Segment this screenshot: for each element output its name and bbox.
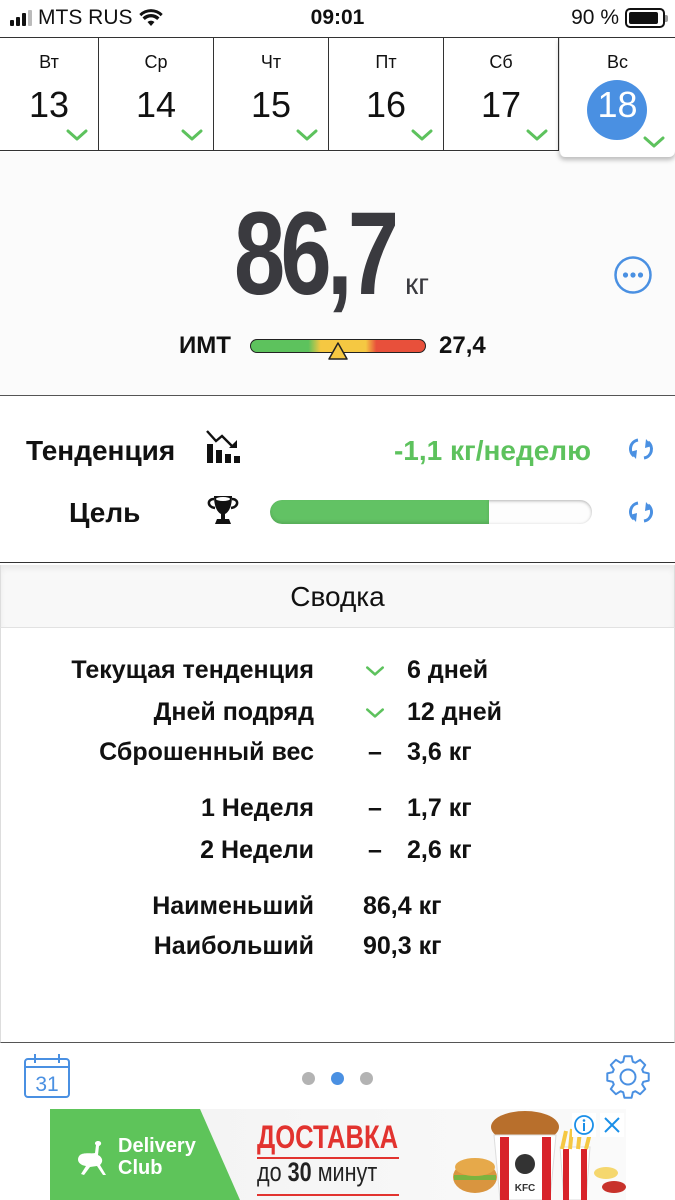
check-icon xyxy=(296,129,318,141)
summary-label: Текущая тенденция xyxy=(71,656,314,684)
page-dot[interactable] xyxy=(360,1072,373,1085)
ad-sub-prefix: до xyxy=(257,1157,282,1187)
ad-close-icon[interactable] xyxy=(600,1113,624,1137)
summary-value: 90,3 кг xyxy=(363,932,442,960)
goal-progress-bar xyxy=(270,500,592,524)
summary-row: 2 Недели –2,6 кг xyxy=(1,836,675,872)
ad-headline: ДОСТАВКА xyxy=(257,1119,399,1155)
day-name: Ср xyxy=(144,52,168,72)
goal-label: Цель xyxy=(69,497,141,528)
summary-table: Текущая тенденция 6 дней Дней подряд 12 дне… xyxy=(0,628,675,1043)
ostrich-logo-icon xyxy=(78,1141,106,1175)
check-icon xyxy=(411,129,433,141)
summary-label: Наибольший xyxy=(153,932,314,960)
page-indicator[interactable] xyxy=(302,1072,373,1085)
summary-value: 1,7 кг xyxy=(407,794,472,822)
trend-down-chart-icon xyxy=(206,430,240,463)
day-tab-13[interactable]: Вт 13 xyxy=(0,38,99,150)
day-name: Чт xyxy=(260,52,282,72)
day-tab-15[interactable]: Чт 15 xyxy=(214,38,329,150)
summary-header: Сводка xyxy=(0,565,675,628)
food-image: KFC xyxy=(453,1111,626,1200)
calendar-day-number: 31 xyxy=(35,1073,58,1096)
ad-sub-suffix: минут xyxy=(317,1157,378,1187)
trophy-icon xyxy=(207,496,239,524)
weight-unit: кг xyxy=(405,268,430,301)
day-number: 15 xyxy=(250,84,292,125)
check-icon xyxy=(181,129,203,141)
day-tab-18[interactable]: Вс 18 xyxy=(559,38,675,157)
day-number: 13 xyxy=(28,84,70,125)
ad-food-brand: KFC xyxy=(515,1183,536,1194)
day-number: 14 xyxy=(135,84,177,125)
day-number: 17 xyxy=(480,84,522,125)
goal-progress-fill xyxy=(270,500,489,524)
ad-brand-line2: Club xyxy=(118,1157,163,1179)
trend-refresh-icon[interactable] xyxy=(627,435,655,463)
page-dot[interactable] xyxy=(331,1072,344,1085)
check-icon xyxy=(526,129,548,141)
summary-value: 12 дней xyxy=(407,698,502,726)
dash-marker: – xyxy=(368,836,382,864)
battery-icon xyxy=(625,8,668,28)
day-number: 18 xyxy=(597,84,638,125)
status-bar: MTS RUS 09:01 90 % xyxy=(0,0,675,37)
trend-value: -1,1 кг/неделю xyxy=(393,435,591,466)
page-dot[interactable] xyxy=(302,1072,315,1085)
summary-row: Текущая тенденция 6 дней xyxy=(1,656,675,692)
day-selector: Вт 13 Ср 14 Чт 15 Пт 16 Сб 17 Вс 18 xyxy=(0,37,675,157)
day-number: 16 xyxy=(365,84,407,125)
settings-gear-button[interactable] xyxy=(604,1053,652,1101)
check-icon xyxy=(66,129,88,141)
bmi-label: ИМТ xyxy=(179,332,231,359)
summary-value: 2,6 кг xyxy=(407,836,472,864)
summary-label: 1 Неделя xyxy=(200,794,314,822)
weight-value[interactable]: 86,7 xyxy=(234,186,399,322)
summary-row: Дней подряд 12 дней xyxy=(1,698,675,734)
ad-subline: до 30 минут xyxy=(257,1157,377,1188)
trend-label: Тенденция xyxy=(26,435,176,466)
bottom-toolbar: 31 xyxy=(0,1044,675,1108)
ad-banner[interactable]: Delivery Club ДОСТАВКА до 30 минут KFC xyxy=(50,1109,626,1200)
ad-divider-bottom xyxy=(257,1194,399,1196)
check-icon xyxy=(366,708,384,718)
day-tab-17[interactable]: Сб 17 xyxy=(444,38,559,150)
summary-row: Сброшенный вес –3,6 кг xyxy=(1,738,675,774)
summary-label: Сброшенный вес xyxy=(99,738,314,766)
dash-marker: – xyxy=(368,794,382,822)
goal-refresh-icon[interactable] xyxy=(627,498,655,526)
ad-info-icon[interactable] xyxy=(572,1113,596,1137)
summary-label: Дней подряд xyxy=(153,698,314,726)
bmi-value: 27,4 xyxy=(439,332,486,359)
summary-row: Наибольший 90,3 кг xyxy=(1,932,675,968)
day-tab-16[interactable]: Пт 16 xyxy=(329,38,444,150)
calendar-button[interactable]: 31 xyxy=(23,1053,71,1099)
bmi-marker-icon xyxy=(328,342,348,360)
weight-panel: 86,7 кг ИМТ 27,4 xyxy=(0,152,675,396)
trend-goal-panel: Тенденция -1,1 кг/неделю Цель xyxy=(0,397,675,563)
summary-row: Наименьший 86,4 кг xyxy=(1,892,675,928)
ad-brand-line1: Delivery xyxy=(118,1135,196,1157)
dash-marker: – xyxy=(368,738,382,766)
day-name: Вт xyxy=(39,52,59,72)
summary-value: 86,4 кг xyxy=(363,892,442,920)
day-tab-14[interactable]: Ср 14 xyxy=(99,38,214,150)
day-name: Сб xyxy=(489,52,513,72)
day-name: Пт xyxy=(375,52,397,72)
summary-value: 6 дней xyxy=(407,656,489,684)
check-icon xyxy=(643,136,665,148)
battery-percent: 90 % xyxy=(571,6,619,29)
ad-sub-number: 30 xyxy=(287,1157,312,1187)
day-name: Вс xyxy=(606,52,628,72)
summary-label: 2 Недели xyxy=(200,836,314,864)
summary-title: Сводка xyxy=(290,581,385,612)
more-options-button[interactable] xyxy=(613,255,653,295)
check-icon xyxy=(366,666,384,676)
summary-value: 3,6 кг xyxy=(407,738,472,766)
summary-label: Наименьший xyxy=(152,892,314,920)
summary-row: 1 Неделя –1,7 кг xyxy=(1,794,675,830)
